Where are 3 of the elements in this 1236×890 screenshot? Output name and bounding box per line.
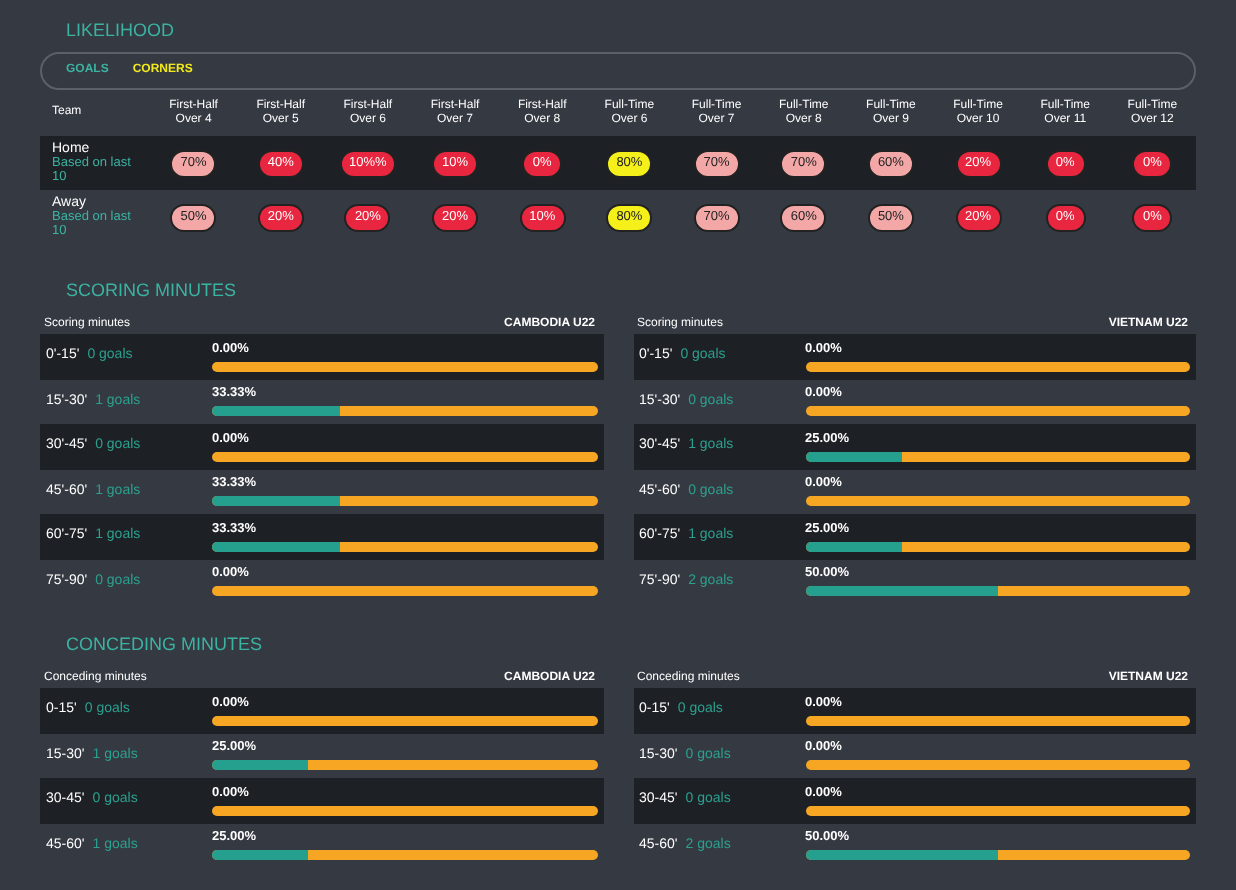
section-title: LIKELIHOOD (64, 18, 177, 42)
section-title: SCORING MINUTES (64, 278, 239, 302)
section-title: CONCEDING MINUTES (64, 632, 265, 656)
